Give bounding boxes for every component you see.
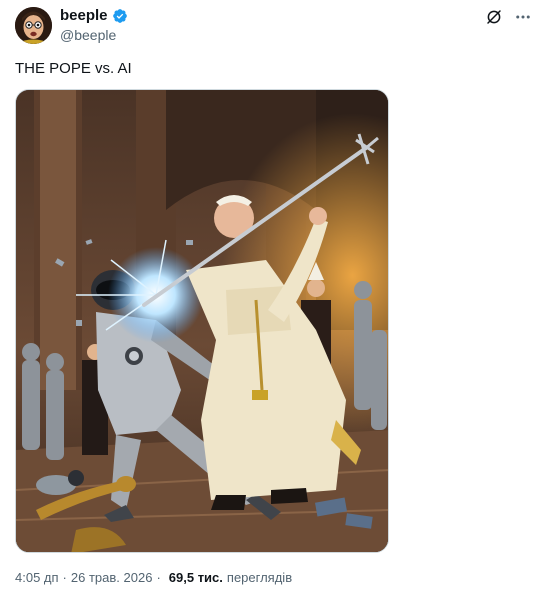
tweet-date[interactable]: 26 трав. 2026 [71, 570, 153, 586]
meta-separator-2: · [156, 570, 161, 585]
views-count[interactable]: 69,5 тис. [169, 570, 223, 586]
tweet-card: beeple @beeple THE POPE vs. AI 4:05 дп ·… [0, 0, 545, 600]
author-name-row: beeple [60, 7, 128, 25]
tweet-header-actions [485, 8, 532, 26]
author-info: beeple @beeple [60, 7, 128, 44]
author-handle[interactable]: @beeple [60, 26, 128, 44]
verified-badge-icon[interactable] [112, 8, 128, 24]
tweet-meta: 4:05 дп · 26 трав. 2026 · 69,5 тис. пере… [15, 570, 292, 586]
avatar-face-icon [15, 7, 52, 44]
author-avatar[interactable] [15, 7, 52, 44]
author-display-name[interactable]: beeple [60, 7, 108, 25]
tweet-text: THE POPE vs. AI [15, 60, 132, 77]
more-horizontal-icon[interactable] [514, 8, 532, 26]
tweet-media-image[interactable] [15, 89, 389, 553]
pope-vs-robot-artwork [16, 90, 388, 552]
views-label: переглядів [226, 570, 293, 585]
tweet-time[interactable]: 4:05 дп [15, 570, 59, 586]
meta-separator: · [62, 570, 67, 585]
grok-icon[interactable] [485, 8, 503, 26]
